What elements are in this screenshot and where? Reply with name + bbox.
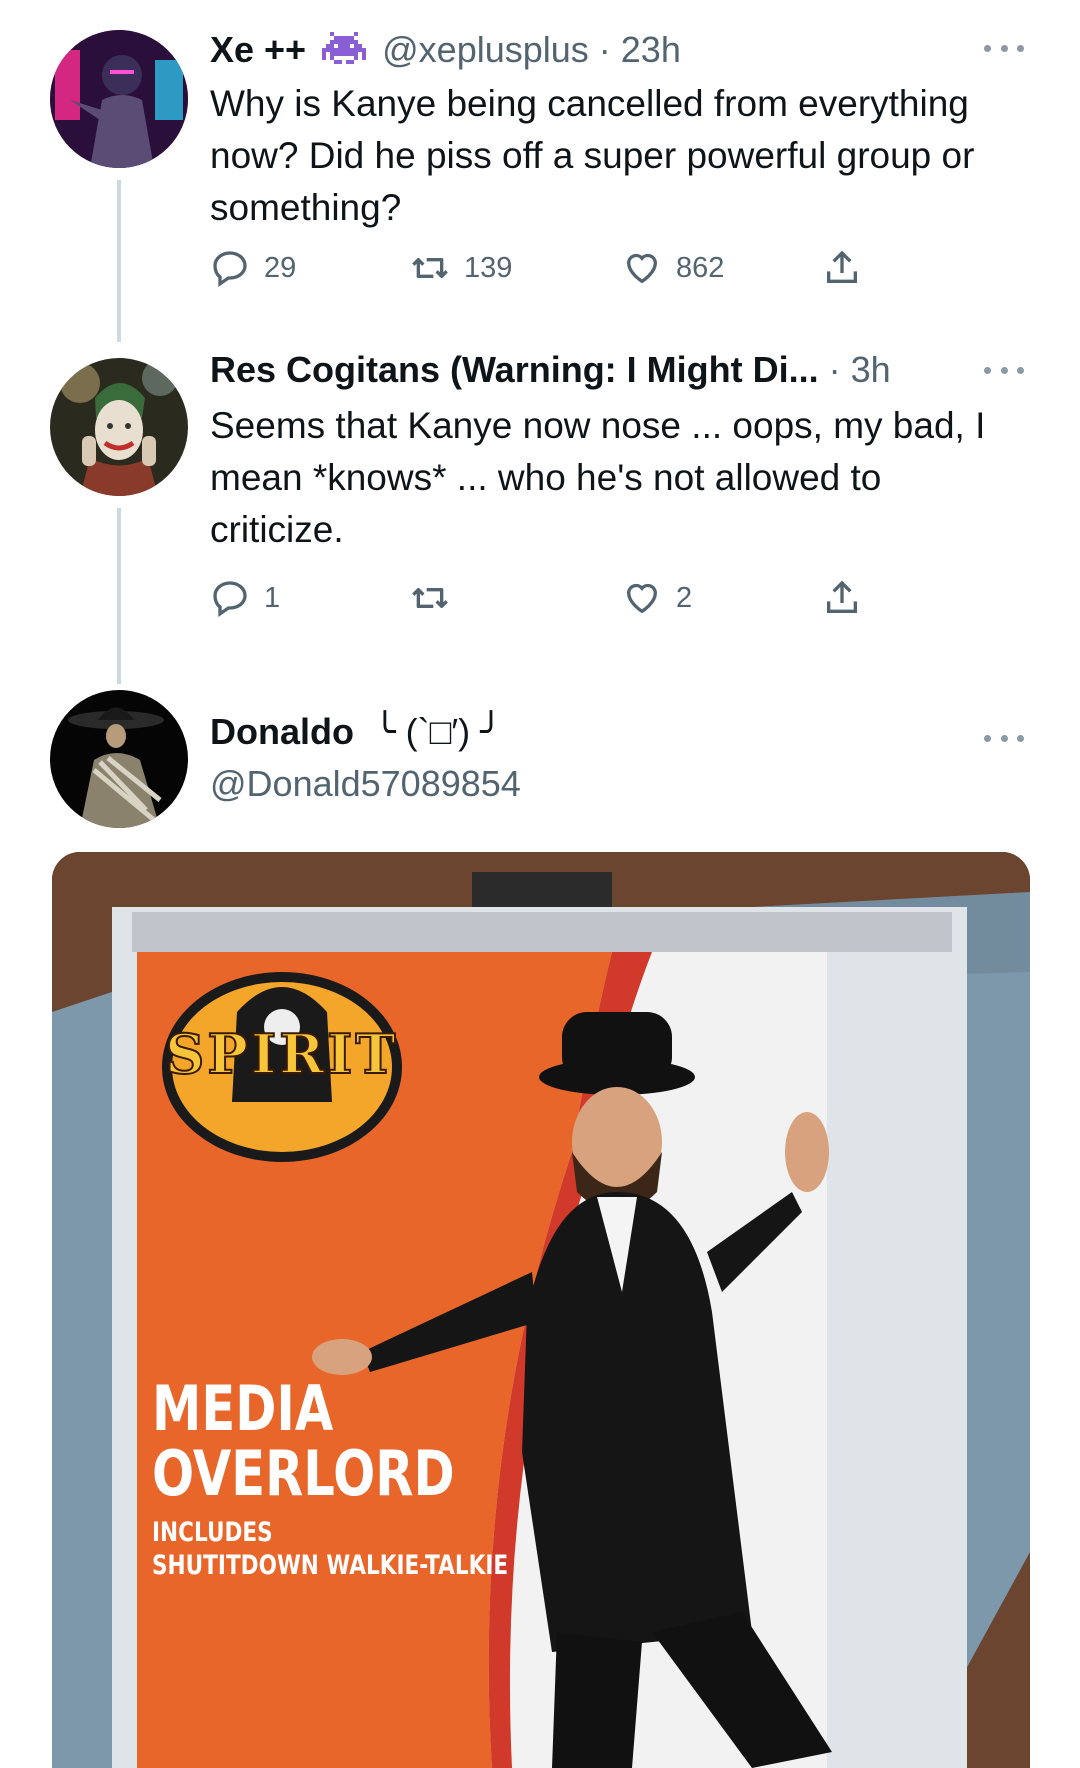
tweet-header: Donaldo ╰ (`□′) ╯ xyxy=(210,710,1040,754)
tweet-actions: 29 139 862 xyxy=(210,248,890,298)
name-emoticon: ╰ (`□′) ╯ xyxy=(374,711,502,752)
like-count: 2 xyxy=(676,581,693,614)
retweet-button[interactable] xyxy=(410,578,464,618)
retweet-icon xyxy=(412,588,448,608)
separator-dot: · xyxy=(818,349,851,390)
reply-count: 1 xyxy=(264,581,281,614)
like-button[interactable]: 862 xyxy=(622,248,724,288)
heart-icon xyxy=(626,583,658,614)
timestamp[interactable]: 23h xyxy=(621,29,681,70)
brand-logo-text: SPIRIT xyxy=(164,1021,399,1087)
thread-line xyxy=(117,180,121,342)
retweet-button[interactable]: 139 xyxy=(410,248,512,288)
reply-button[interactable]: 29 xyxy=(210,248,296,288)
thread-line xyxy=(117,508,121,684)
tweet-text: Seems that Kanye now nose ... oops, my b… xyxy=(210,405,986,550)
reply-icon xyxy=(213,251,247,288)
display-name[interactable]: Res Cogitans (Warning: I Might Di... xyxy=(210,349,819,390)
retweet-icon xyxy=(412,258,448,278)
package-includes-item: SHUTITDOWN WALKIE-TALKIE xyxy=(152,1550,509,1581)
share-button[interactable] xyxy=(822,248,862,288)
handle[interactable]: @Donald57089854 xyxy=(210,762,1040,806)
avatar[interactable] xyxy=(50,30,188,168)
display-name[interactable]: Donaldo xyxy=(210,711,354,752)
handle[interactable]: @xeplusplus xyxy=(382,29,589,70)
package-title-line2: OVERLORD xyxy=(152,1437,455,1510)
tweet-2: Res Cogitans (Warning: I Might Di... · 3… xyxy=(0,340,1080,684)
like-button[interactable]: 2 xyxy=(622,578,692,618)
package-includes-label: INCLUDES xyxy=(152,1517,273,1548)
reply-button[interactable]: 1 xyxy=(210,578,280,618)
tweet-media-image[interactable]: SPIRIT MEDIA OVERLORD INCLUDES SHUTITDOW… xyxy=(52,852,1030,1768)
tweet-actions: 1 2 xyxy=(210,578,890,628)
tweet-1: Xe ++ @xeplusplus · 23h Why is Kanye bei… xyxy=(0,0,1080,342)
tweet-header: Res Cogitans (Warning: I Might Di... · 3… xyxy=(210,348,1040,392)
more-options-icon[interactable] xyxy=(984,728,1024,748)
heart-icon xyxy=(626,253,658,284)
more-options-icon[interactable] xyxy=(984,360,1024,380)
alien-monster-icon xyxy=(322,32,367,78)
package-title-line1: MEDIA xyxy=(152,1372,334,1445)
timestamp[interactable]: 3h xyxy=(851,349,891,390)
avatar[interactable] xyxy=(50,358,188,496)
share-icon xyxy=(827,250,857,283)
tweet-header: Xe ++ @xeplusplus · 23h xyxy=(210,28,1040,78)
reply-icon xyxy=(213,581,247,618)
tweet-text: Why is Kanye being cancelled from everyt… xyxy=(210,83,975,228)
retweet-count: 139 xyxy=(464,251,513,284)
reply-count: 29 xyxy=(264,251,297,284)
share-icon xyxy=(827,580,857,613)
separator-dot: · xyxy=(588,29,621,70)
share-button[interactable] xyxy=(822,578,862,618)
like-count: 862 xyxy=(676,251,725,284)
more-options-icon[interactable] xyxy=(984,38,1024,58)
display-name[interactable]: Xe ++ xyxy=(210,29,306,70)
avatar[interactable] xyxy=(50,690,188,828)
